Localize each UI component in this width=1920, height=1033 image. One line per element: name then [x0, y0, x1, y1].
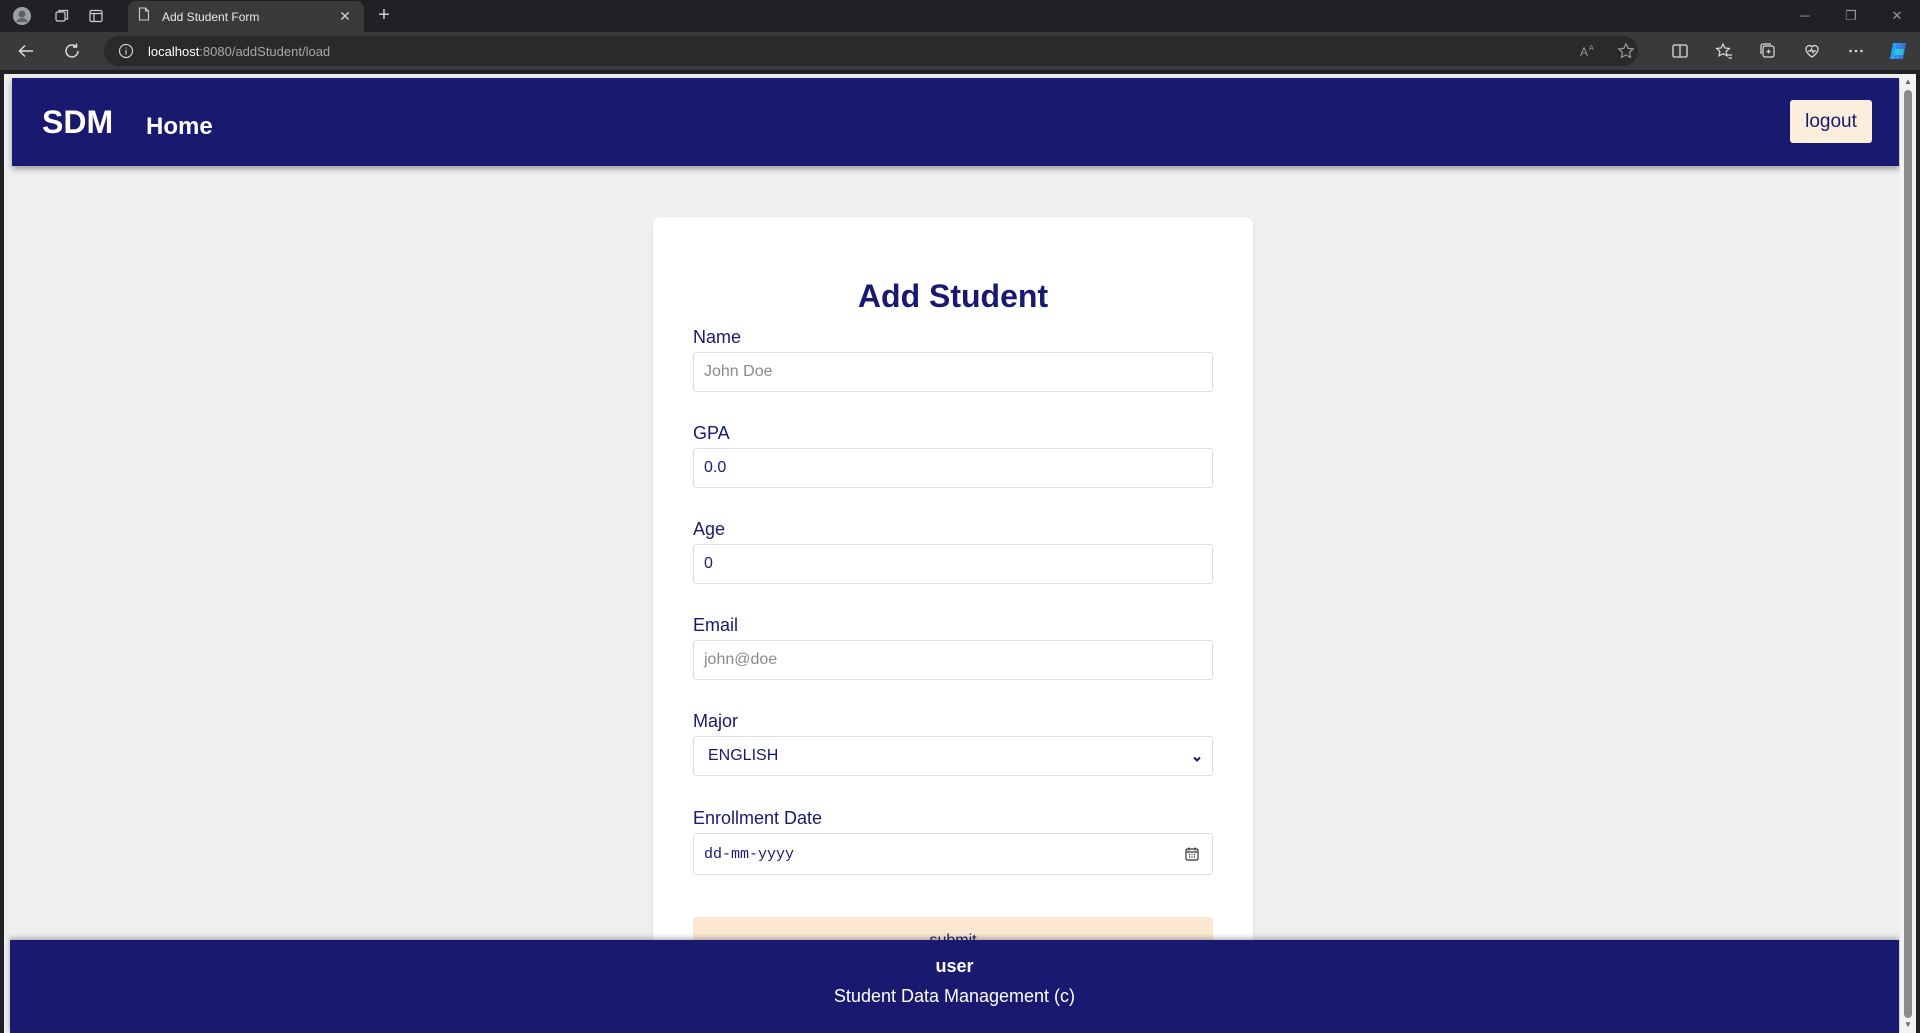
name-input[interactable]: John Doe — [693, 352, 1213, 392]
svg-text:A: A — [1589, 45, 1594, 52]
url-path: :8080/addStudent/load — [199, 44, 331, 59]
info-icon[interactable] — [118, 43, 134, 64]
collections-icon[interactable] — [1756, 39, 1780, 63]
window-close-icon[interactable]: ✕ — [1882, 4, 1912, 28]
nav-home-link[interactable]: Home — [146, 113, 213, 141]
browser-address-bar: localhost:8080/addStudent/load AA — [0, 32, 1920, 70]
gpa-label: GPA — [693, 423, 730, 443]
split-screen-icon[interactable] — [1668, 39, 1692, 63]
svg-text:A: A — [1580, 45, 1588, 59]
brand-logo[interactable]: SDM — [42, 104, 113, 141]
more-icon[interactable] — [1844, 39, 1868, 63]
url-text: localhost:8080/addStudent/load — [148, 44, 330, 59]
profile-icon[interactable] — [10, 4, 34, 28]
scrollbar-thumb[interactable] — [1904, 90, 1912, 1018]
minimize-icon[interactable]: ─ — [1790, 4, 1820, 28]
favorite-star-icon[interactable] — [1614, 39, 1638, 63]
logout-button[interactable]: logout — [1790, 100, 1872, 143]
footer-copyright: Student Data Management (c) — [833, 986, 1076, 1006]
restore-icon[interactable]: ❐ — [1836, 4, 1866, 28]
email-placeholder: john@doe — [704, 651, 778, 668]
workspaces-icon[interactable] — [50, 4, 74, 28]
age-label: Age — [693, 519, 726, 539]
new-tab-button[interactable]: + — [372, 4, 396, 28]
major-label: Major — [693, 711, 739, 731]
major-select[interactable]: ENGLISH — [693, 736, 1213, 776]
enrollment-date-label: Enrollment Date — [693, 808, 823, 828]
read-aloud-icon[interactable]: AA — [1576, 39, 1600, 63]
scroll-down-icon[interactable]: ▼ — [1903, 1020, 1913, 1030]
email-label: Email — [693, 615, 739, 635]
performance-icon[interactable] — [1800, 39, 1824, 63]
back-icon[interactable] — [14, 39, 38, 63]
age-value: 0 — [704, 555, 713, 572]
major-selected-value: ENGLISH — [708, 747, 779, 764]
app-navbar: SDM Home logout — [12, 78, 1899, 166]
calendar-icon[interactable] — [1184, 846, 1200, 867]
footer-username: user — [935, 956, 974, 976]
page-viewport: SDM Home logout Add Student Name John Do… — [4, 74, 1900, 1033]
enrollment-date-input[interactable]: dd-mm-yyyy — [693, 833, 1213, 875]
age-input[interactable]: 0 — [693, 544, 1213, 584]
close-icon[interactable]: ✕ — [336, 8, 354, 25]
refresh-icon[interactable] — [60, 39, 84, 63]
page-footer: user Student Data Management (c) — [10, 940, 1899, 1033]
url-host: localhost — [148, 44, 200, 59]
copilot-icon[interactable] — [1886, 39, 1910, 63]
favorites-icon[interactable] — [1712, 39, 1736, 63]
form-title: Add Student — [857, 278, 1049, 314]
page-scrollbar[interactable]: ▲ ▼ — [1900, 74, 1916, 1033]
name-label: Name — [693, 327, 742, 347]
date-placeholder: dd-mm-yyyy — [704, 845, 795, 863]
active-tab[interactable]: Add Student Form ✕ — [128, 1, 364, 32]
scroll-up-icon[interactable]: ▲ — [1903, 77, 1913, 87]
email-input[interactable]: john@doe — [693, 640, 1213, 680]
gpa-input[interactable]: 0.0 — [693, 448, 1213, 488]
browser-tab-bar: Add Student Form ✕ + ─ ❐ ✕ — [0, 0, 1920, 32]
tab-actions-icon[interactable] — [84, 4, 108, 28]
add-student-form-card: Add Student Name John Doe GPA 0.0 Age 0 … — [653, 217, 1253, 1017]
chevron-down-icon — [1192, 751, 1202, 769]
name-placeholder: John Doe — [704, 363, 773, 380]
url-field[interactable]: localhost:8080/addStudent/load — [104, 36, 1638, 66]
page-icon — [138, 7, 150, 26]
tab-title: Add Student Form — [162, 9, 260, 24]
gpa-value: 0.0 — [704, 459, 727, 476]
